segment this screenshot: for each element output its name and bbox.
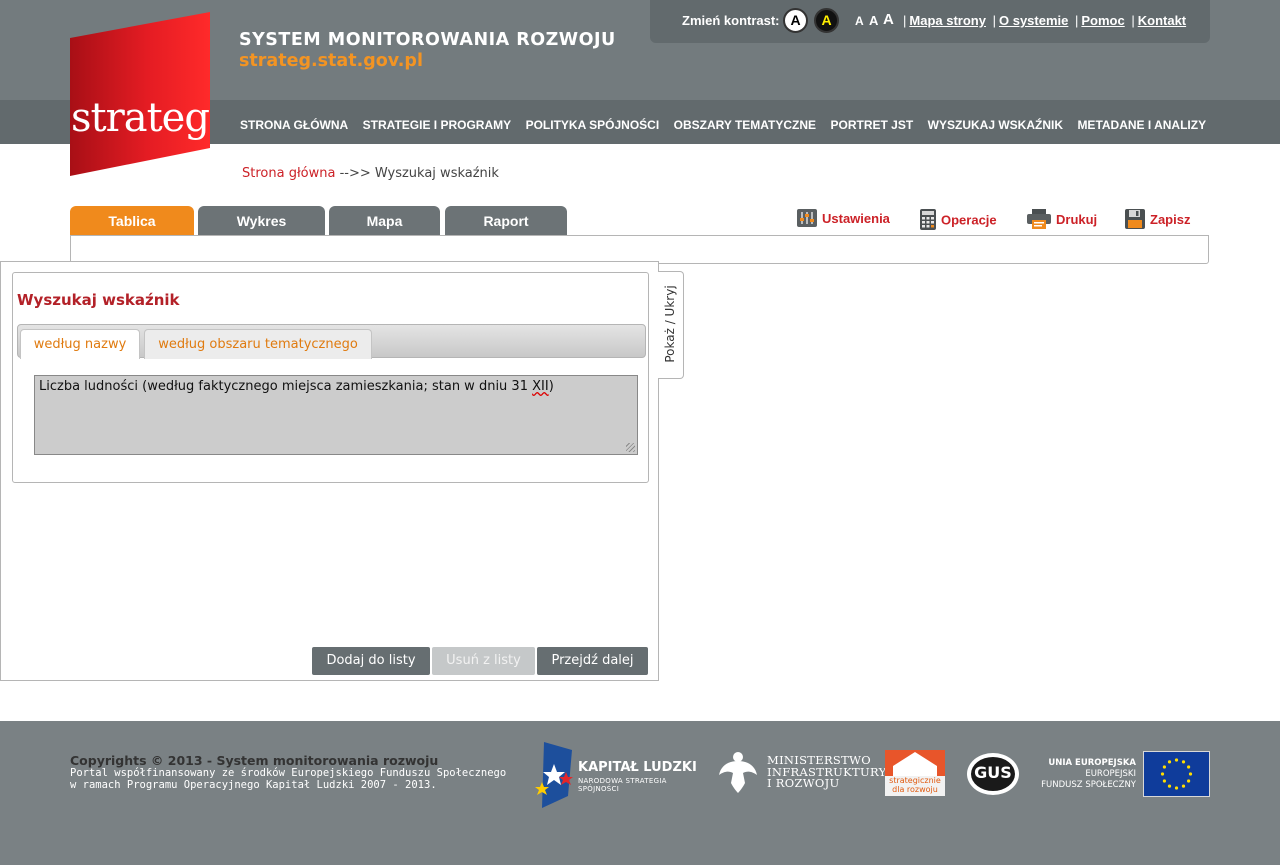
strategicznie-line2: dla rozwoju — [892, 785, 938, 794]
gus-logo[interactable]: GUS — [966, 752, 1020, 796]
nav-item-metadata[interactable]: METADANE I ANALIZY — [1077, 118, 1206, 132]
font-size-small-button[interactable]: A — [855, 14, 864, 28]
strateg-logo[interactable]: strateg — [70, 12, 210, 176]
subtab-by-area[interactable]: według obszaru tematycznego — [144, 329, 372, 359]
eu-stars-icon — [1160, 758, 1193, 790]
nav-item-strategies[interactable]: STRATEGIE I PROGRAMY — [363, 118, 511, 132]
calculator-icon — [920, 209, 936, 233]
strategicznie-line1: strategicznie — [889, 776, 941, 785]
search-title: Wyszukaj wskaźnik — [17, 291, 180, 309]
breadcrumb-current: Wyszukaj wskaźnik — [374, 166, 499, 181]
ministry-name: MINISTERSTWO INFRASTRUKTURY I ROZWOJU — [767, 754, 887, 790]
tab-map[interactable]: Mapa — [329, 206, 440, 236]
nav-item-cohesion-policy[interactable]: POLITYKA SPÓJNOŚCI — [526, 118, 660, 132]
search-query-input[interactable]: Liczba ludności (według faktycznego miej… — [34, 375, 638, 455]
eu-line3: FUNDUSZ SPOŁECZNY — [1041, 780, 1136, 790]
copyright: Copyrights © 2013 - System monitorowania… — [70, 753, 439, 768]
nav-item-search-indicator[interactable]: WYSZUKAJ WSKAŹNIK — [928, 118, 1063, 132]
help-link[interactable]: Pomoc — [1081, 13, 1124, 28]
eu-line2: EUROPEJSKI — [1085, 769, 1136, 779]
footer: Copyrights © 2013 - System monitorowania… — [0, 721, 1280, 865]
font-size-large-button[interactable]: A — [883, 11, 894, 28]
eagle-emblem-icon — [719, 752, 757, 793]
search-box: Wyszukaj wskaźnik według nazwy według ob… — [12, 272, 649, 483]
house-icon — [885, 750, 945, 776]
nav-item-home[interactable]: STRONA GŁÓWNA — [240, 118, 348, 132]
nav-item-thematic-areas[interactable]: OBSZARY TEMATYCZNE — [674, 118, 816, 132]
save-button[interactable]: Zapisz — [1125, 209, 1190, 232]
print-button[interactable]: Drukuj — [1027, 209, 1097, 232]
logo-wordmark: strateg — [71, 95, 210, 141]
strategicznie-logo[interactable]: strategicznie dla rozwoju — [885, 750, 945, 796]
funding-note: Portal współfinansowany ze środków Europ… — [70, 767, 506, 791]
resize-grip-icon[interactable] — [626, 443, 635, 452]
search-subtabs: według nazwy według obszaru tematycznego — [17, 324, 646, 359]
kapital-ludzki-stars-icon — [535, 742, 573, 808]
subtab-by-name[interactable]: według nazwy — [20, 329, 140, 359]
contrast-normal-button[interactable]: A — [783, 8, 808, 33]
gus-text: GUS — [974, 763, 1012, 782]
top-links: | Mapa strony | O systemie | Pomoc | Kontakt — [903, 13, 1187, 28]
show-hide-label: Pokaż / Ukryj — [663, 285, 677, 363]
tab-table[interactable]: Tablica — [70, 206, 194, 236]
ministry-logo[interactable]: MINISTERSTWO INFRASTRUKTURY I ROZWOJU — [717, 749, 886, 797]
save-label: Zapisz — [1150, 211, 1191, 227]
eu-flag-icon[interactable] — [1143, 751, 1210, 797]
kapital-ludzki-logo[interactable]: KAPITAŁ LUDZKI NARODOWA STRATEGIA SPÓJNO… — [532, 742, 707, 808]
operations-label: Operacje — [941, 212, 997, 228]
sliders-icon — [797, 209, 817, 230]
printer-icon — [1027, 209, 1051, 232]
operations-button[interactable]: Operacje — [920, 209, 997, 233]
tab-chart[interactable]: Wykres — [198, 206, 325, 236]
site-url[interactable]: strateg.stat.gov.pl — [239, 51, 423, 71]
ministry-line3: I ROZWOJU — [767, 776, 840, 790]
tab-content-panel — [70, 235, 1209, 264]
contact-link[interactable]: Kontakt — [1138, 13, 1186, 28]
tab-report[interactable]: Raport — [445, 206, 567, 236]
about-link[interactable]: O systemie — [999, 13, 1068, 28]
main-nav: STRONA GŁÓWNA STRATEGIE I PROGRAMY POLIT… — [240, 116, 1216, 134]
breadcrumb-separator: -->> — [339, 166, 371, 181]
remove-from-list-button[interactable]: Usuń z listy — [432, 647, 535, 675]
kapital-ludzki-title: KAPITAŁ LUDZKI — [578, 760, 697, 775]
print-label: Drukuj — [1056, 211, 1098, 227]
next-button[interactable]: Przejdź dalej — [537, 647, 648, 675]
nav-item-jst-portrait[interactable]: PORTRET JST — [831, 118, 914, 132]
contrast-label: Zmień kontrast: — [682, 13, 780, 28]
settings-label: Ustawienia — [822, 210, 890, 226]
breadcrumb-home-link[interactable]: Strona główna — [242, 166, 335, 181]
settings-button[interactable]: Ustawienia — [797, 209, 890, 230]
eu-line1: UNIA EUROPEJSKA — [1048, 758, 1136, 768]
query-text-end: ) — [548, 379, 554, 394]
show-hide-toggle[interactable]: Pokaż / Ukryj — [658, 271, 684, 379]
funding-note-line1: Portal współfinansowany ze środków Europ… — [70, 767, 507, 779]
eu-fund-text: UNIA EUROPEJSKA EUROPEJSKI FUNDUSZ SPOŁE… — [1036, 758, 1136, 791]
query-text-misspelled: XII — [532, 379, 549, 394]
sitemap-link[interactable]: Mapa strony — [909, 13, 986, 28]
contrast-high-button[interactable]: A — [814, 8, 839, 33]
site-title: SYSTEM MONITOROWANIA ROZWOJU — [239, 30, 616, 50]
search-panel: Wyszukaj wskaźnik według nazwy według ob… — [0, 261, 659, 681]
accessibility-toolbar: Zmień kontrast: A A A A A | Mapa strony |… — [650, 0, 1210, 43]
floppy-disk-icon — [1125, 209, 1145, 232]
font-size-medium-button[interactable]: A — [869, 13, 878, 28]
breadcrumb: Strona główna -->> Wyszukaj wskaźnik — [242, 166, 499, 181]
kapital-ludzki-subtitle: NARODOWA STRATEGIA SPÓJNOŚCI — [578, 777, 667, 793]
strategicznie-text: strategicznie dla rozwoju — [885, 776, 945, 794]
add-to-list-button[interactable]: Dodaj do listy — [312, 647, 430, 675]
query-text: Liczba ludności (według faktycznego miej… — [39, 379, 533, 394]
funding-note-line2: w ramach Programu Operacyjnego Kapitał L… — [70, 779, 437, 791]
